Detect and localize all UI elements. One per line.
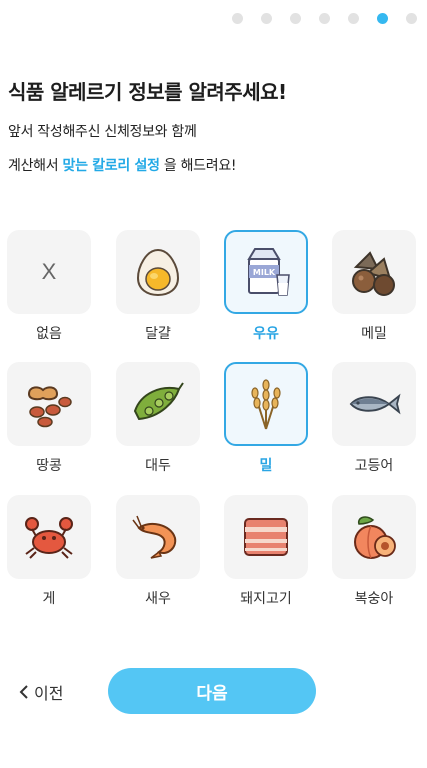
milk-carton-text: MILK — [253, 268, 276, 277]
next-button[interactable]: 다음 — [108, 668, 316, 714]
soybean-icon — [133, 382, 184, 421]
mackerel-icon — [349, 393, 401, 415]
milk-icon: MILK — [247, 248, 290, 296]
progress-dot — [290, 13, 301, 24]
pork-icon — [244, 518, 288, 556]
crab-icon — [25, 517, 73, 559]
allergy-label: 달걀 — [145, 326, 171, 342]
allergy-option-wheat[interactable]: 밀 — [221, 362, 311, 475]
peach-icon — [354, 516, 396, 559]
page-title: 식품 알레르기 정보를 알려주세요! — [8, 80, 287, 104]
wheat-icon — [251, 379, 281, 430]
allergy-label: 복숭아 — [354, 591, 394, 607]
allergy-option-crab[interactable]: 게 — [4, 495, 94, 608]
subtitle-line-2: 계산해서 맞는 칼로리 설정 을 해드려요! — [8, 155, 237, 175]
subtitle-line-1: 앞서 작성해주신 신체정보와 함께 — [8, 124, 197, 140]
allergy-tile-selected[interactable]: MILK — [224, 230, 308, 314]
subtitle-highlight: 맞는 칼로리 설정 — [62, 158, 160, 174]
allergy-option-pork[interactable]: 돼지고기 — [221, 495, 311, 608]
allergy-tile[interactable]: X — [7, 230, 91, 314]
allergy-option-none[interactable]: X 없음 — [4, 230, 94, 343]
shrimp-icon — [132, 515, 177, 559]
next-button-label: 다음 — [196, 683, 228, 704]
allergy-option-peach[interactable]: 복숭아 — [329, 495, 419, 608]
progress-dot — [232, 13, 243, 24]
x-icon: X — [41, 259, 57, 284]
allergy-label: 밀 — [259, 458, 273, 474]
allergy-tile[interactable] — [332, 230, 416, 314]
prev-button-label: 이전 — [34, 684, 64, 703]
allergy-label: 새우 — [145, 591, 171, 607]
allergy-option-egg[interactable]: 달걀 — [113, 230, 203, 343]
allergy-option-buckwheat[interactable]: 메밀 — [329, 230, 419, 343]
allergy-tile[interactable] — [7, 362, 91, 446]
subtitle-prefix: 계산해서 — [8, 158, 63, 174]
progress-dot-current — [377, 13, 388, 24]
allergy-tile[interactable] — [116, 495, 200, 579]
allergy-tile-selected[interactable] — [224, 362, 308, 446]
allergy-tile[interactable] — [332, 362, 416, 446]
allergy-label: 없음 — [36, 326, 62, 342]
allergy-tile[interactable] — [116, 362, 200, 446]
allergy-option-peanut[interactable]: 땅콩 — [4, 362, 94, 475]
progress-dots — [232, 13, 417, 24]
allergy-option-milk[interactable]: MILK 우유 — [221, 230, 311, 343]
progress-dot — [406, 13, 417, 24]
allergy-label: 메밀 — [361, 326, 387, 342]
allergy-option-soybean[interactable]: 대두 — [113, 362, 203, 475]
allergy-label: 게 — [42, 591, 56, 607]
allergy-option-shrimp[interactable]: 새우 — [113, 495, 203, 608]
chevron-left-icon — [19, 685, 28, 699]
allergy-label: 돼지고기 — [240, 591, 292, 607]
allergy-tile[interactable] — [332, 495, 416, 579]
allergy-tile[interactable] — [7, 495, 91, 579]
egg-icon — [136, 248, 180, 297]
peanut-icon — [27, 386, 72, 428]
allergy-label: 고등어 — [354, 458, 394, 474]
progress-dot — [348, 13, 359, 24]
allergy-tile[interactable] — [224, 495, 308, 579]
allergy-label: 땅콩 — [36, 458, 62, 474]
allergy-tile[interactable] — [116, 230, 200, 314]
subtitle-suffix: 을 해드려요! — [159, 158, 237, 174]
allergy-label: 우유 — [253, 326, 279, 342]
progress-dot — [261, 13, 272, 24]
progress-dot — [319, 13, 330, 24]
allergy-label: 대두 — [145, 458, 171, 474]
allergy-option-mackerel[interactable]: 고등어 — [329, 362, 419, 475]
buckwheat-icon — [352, 251, 395, 296]
prev-button[interactable]: 이전 — [18, 680, 63, 704]
